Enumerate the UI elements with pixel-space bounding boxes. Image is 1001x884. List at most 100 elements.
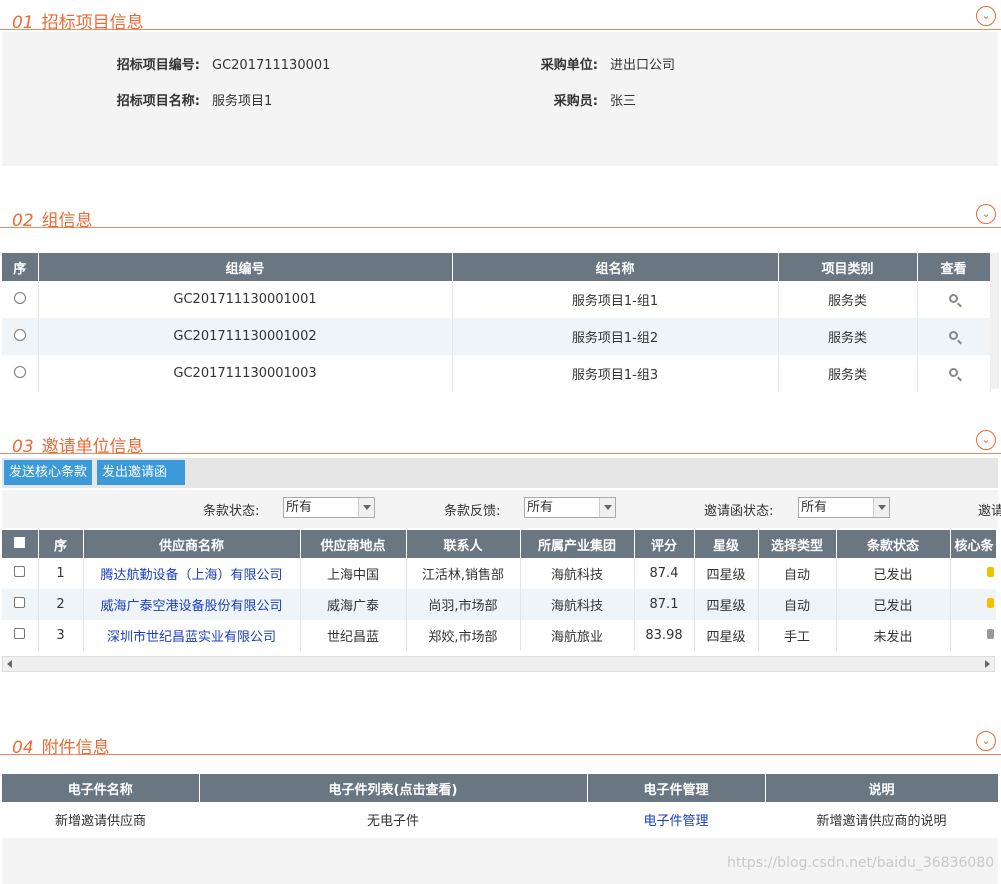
group-name: 服务项目1-组3 [452,355,779,392]
supplier-group: 海航旅业 [520,620,635,651]
supplier-name-link[interactable]: 腾达航勤设备（上海）有限公司 [83,558,301,589]
terms-status-value: 所有 [286,500,313,515]
project-code-label: 招标项目编号: [116,58,200,73]
col-header-supplier-name: 供应商名称 [83,530,301,558]
col-header-contact: 联系人 [406,530,521,558]
project-name-row: 招标项目名称: 服务项目1 [2,90,272,109]
col-header-supplier-location: 供应商地点 [300,530,407,558]
supplier-location: 上海中国 [300,558,407,589]
group-name: 服务项目1-组1 [452,281,779,318]
terms-status-select[interactable]: 所有 [283,497,375,518]
table-row[interactable]: 2 威海广泰空港设备股份有限公司 威海广泰 尚羽,市场部 海航科技 87.1 四… [2,589,996,620]
col-header-file-list: 电子件列表(点击查看) [199,774,588,802]
core-terms-icon[interactable] [986,629,994,639]
collapse-toggle-icon[interactable]: ⌄ [976,430,996,450]
table-row[interactable]: GC201711130001001 服务项目1-组1 服务类 [2,281,991,318]
invite-status-label: 邀请函状态: [704,504,774,519]
supplier-score: 87.4 [634,558,695,589]
supplier-name-link[interactable]: 威海广泰空港设备股份有限公司 [83,589,301,620]
col-header-score: 评分 [634,530,695,558]
collapse-toggle-icon[interactable]: ⌄ [976,6,996,26]
table-header-row: 序 组编号 组名称 项目类别 查看 [2,253,991,281]
supplier-location: 威海广泰 [300,589,407,620]
search-icon[interactable] [949,294,958,303]
attachments-table: 电子件名称 电子件列表(点击查看) 电子件管理 说明 新增邀请供应商 无电子件 … [2,774,999,837]
purchase-unit-row: 采购单位: 进出口公司 [402,54,675,73]
buyer-row: 采购员: 张三 [402,90,636,109]
group-name: 服务项目1-组2 [452,318,779,355]
chevron-down-icon [358,498,374,517]
row-radio[interactable] [13,328,26,341]
supplier-seq: 2 [38,589,84,620]
table-row[interactable]: GC201711130001003 服务项目1-组3 服务类 [2,355,991,392]
table-row[interactable]: GC201711130001002 服务项目1-组2 服务类 [2,318,991,355]
supplier-select-type: 手工 [758,620,837,651]
section-title-text: 招标项目信息 [41,13,144,33]
send-invitation-button[interactable]: 发出邀请函 [97,460,185,485]
supplier-terms-status: 未发出 [836,620,951,651]
groups-scrollbar[interactable] [990,253,999,389]
watermark: https://blog.csdn.net/baidu_36836080 [727,855,995,871]
supplier-contact: 郑姣,市场部 [406,620,521,651]
project-name-label: 招标项目名称: [116,94,200,109]
purchase-unit-value: 进出口公司 [610,58,676,73]
invite-table-scrollbar[interactable] [2,656,995,672]
purchase-unit-label: 采购单位: [540,58,598,73]
project-name-value: 服务项目1 [212,94,273,109]
section-number: 04 [12,738,34,758]
attachment-name: 新增邀请供应商 [54,814,146,829]
search-icon[interactable] [949,368,958,377]
section-title-text: 邀请单位信息 [41,437,144,457]
section-number: 01 [12,13,34,33]
buyer-value: 张三 [610,94,637,109]
terms-status-label: 条款状态: [203,504,260,519]
table-row[interactable]: 3 深圳市世纪昌蓝实业有限公司 世纪昌蓝 郑姣,市场部 海航旅业 83.98 四… [2,620,996,651]
col-header-core-terms: 核心条 [950,530,996,558]
section-title: 04 附件信息 [12,733,110,758]
col-header-stars: 星级 [694,530,759,558]
invite-filter-bar: 条款状态: 所有 条款反馈: 所有 邀请函状态: 所有 邀请 [2,490,1001,528]
section-title: 01 招标项目信息 [12,8,144,33]
group-code: GC201711130001002 [38,318,453,355]
scroll-right-arrow-icon[interactable] [985,660,990,668]
collapse-toggle-icon[interactable]: ⌄ [976,731,996,751]
supplier-terms-status: 已发出 [836,558,951,589]
search-icon[interactable] [949,331,958,340]
collapse-toggle-icon[interactable]: ⌄ [976,204,996,224]
scroll-left-arrow-icon[interactable] [7,660,12,668]
supplier-name-link[interactable]: 深圳市世纪昌蓝实业有限公司 [83,620,301,651]
col-header-seq: 序 [38,530,84,558]
project-code-value: GC201711130001 [212,58,331,73]
row-radio[interactable] [13,365,26,378]
terms-feedback-select[interactable]: 所有 [524,497,616,518]
section-header-groups: 02 组信息 ⌄ [0,202,1001,231]
project-info-panel: 招标项目编号: GC201711130001 招标项目名称: 服务项目1 采购单位:… [2,32,998,166]
section-title: 03 邀请单位信息 [12,432,144,457]
col-header-terms-status: 条款状态 [836,530,951,558]
supplier-seq: 3 [38,620,84,651]
terms-feedback-value: 所有 [527,500,554,515]
invite-table: 序 供应商名称 供应商地点 联系人 所属产业集团 评分 星级 选择类型 条款状态… [2,530,996,651]
group-category: 服务类 [778,281,918,318]
row-checkbox[interactable] [14,628,26,639]
row-checkbox[interactable] [14,597,26,608]
attachment-manage-link[interactable]: 电子件管理 [587,802,765,837]
table-row[interactable]: 1 腾达航勤设备（上海）有限公司 上海中国 江活林,销售部 海航科技 87.4 … [2,558,996,589]
select-all-checkbox[interactable] [14,536,26,548]
supplier-group: 海航科技 [520,558,635,589]
group-category: 服务类 [778,355,918,392]
supplier-select-type: 自动 [758,589,837,620]
supplier-seq: 1 [38,558,84,589]
row-checkbox[interactable] [14,566,26,577]
supplier-score: 87.1 [634,589,695,620]
supplier-select-type: 自动 [758,558,837,589]
section-title: 02 组信息 [12,206,93,231]
section-header-invite: 03 邀请单位信息 ⌄ [0,428,1001,457]
send-core-terms-button[interactable]: 发送核心条款 [4,460,93,485]
terms-feedback-label: 条款反馈: [444,504,501,519]
core-terms-icon[interactable] [986,567,994,577]
invite-status-select[interactable]: 所有 [798,497,890,518]
groups-table: 序 组编号 组名称 项目类别 查看 GC201711130001001 服务项目… [2,253,991,392]
core-terms-icon[interactable] [986,598,994,608]
row-radio[interactable] [13,291,26,304]
